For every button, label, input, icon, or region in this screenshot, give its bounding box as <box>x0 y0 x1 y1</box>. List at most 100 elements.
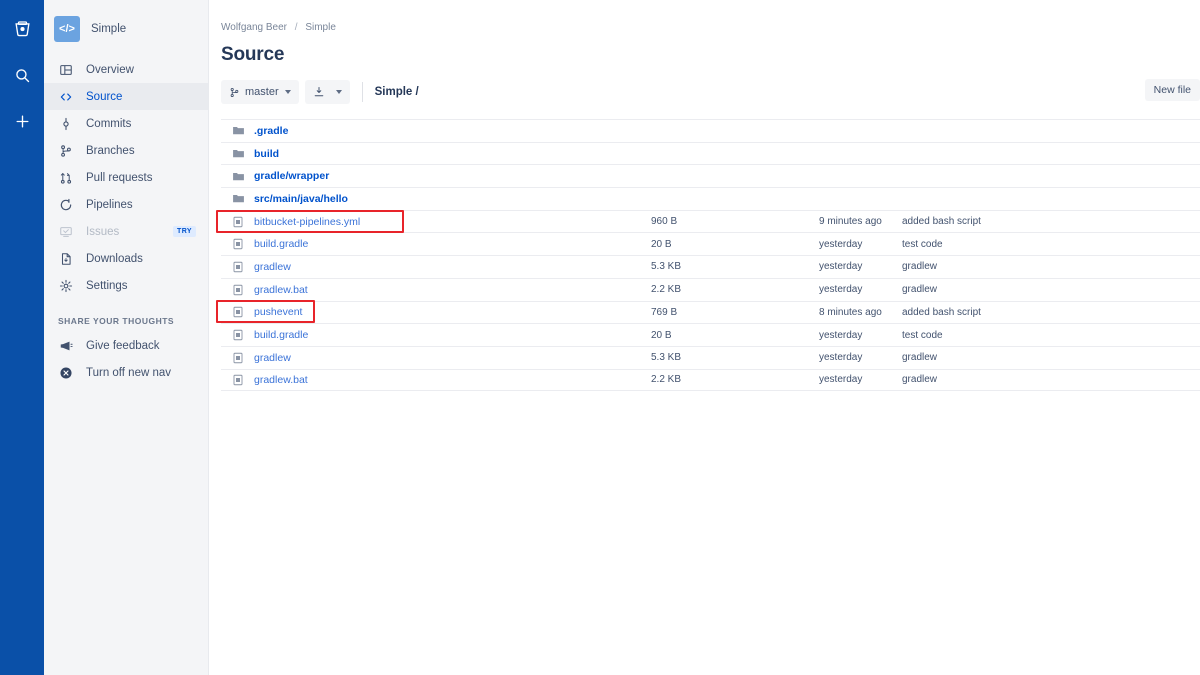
new-file-button[interactable]: New file <box>1144 79 1200 101</box>
file-size: 20 B <box>651 329 672 341</box>
sidebar-item-label: Overview <box>86 63 134 76</box>
branch-icon <box>229 87 240 98</box>
download-button[interactable] <box>304 80 350 104</box>
sidebar-item-overview[interactable]: Overview <box>44 56 208 83</box>
create-icon[interactable] <box>7 106 37 136</box>
file-name: pushevent <box>254 306 303 319</box>
file-date: yesterday <box>819 284 863 296</box>
pull-request-icon <box>58 170 74 186</box>
repository-avatar-glyph: </> <box>59 23 75 35</box>
folder-icon <box>231 169 245 183</box>
table-row[interactable]: gradle/wrapper <box>221 164 1200 187</box>
file-date: 9 minutes ago <box>819 216 882 228</box>
file-icon <box>231 351 245 365</box>
file-name-cell[interactable]: gradlew <box>221 260 651 274</box>
file-icon <box>231 260 245 274</box>
table-row[interactable]: gradlew 5.3 KB yesterday gradlew <box>221 255 1200 278</box>
sidebar-item-commits[interactable]: Commits <box>44 110 208 137</box>
chevron-down-icon <box>284 90 291 94</box>
file-name-cell[interactable]: pushevent <box>221 305 651 319</box>
search-icon[interactable] <box>7 60 37 90</box>
file-name-cell[interactable]: build.gradle <box>221 237 651 251</box>
file-name: gradlew.bat <box>254 283 308 296</box>
branch-label: master <box>245 86 279 98</box>
file-icon <box>231 237 245 251</box>
path-breadcrumb[interactable]: Simple / <box>375 86 419 98</box>
breadcrumb-separator: / <box>294 22 298 33</box>
file-name-cell[interactable]: gradlew <box>221 351 651 365</box>
file-name-cell[interactable]: gradlew.bat <box>221 283 651 297</box>
sidebar-item-issues[interactable]: Issues TRY <box>44 218 208 245</box>
file-size: 769 B <box>651 306 678 318</box>
file-size: 5.3 KB <box>651 261 682 273</box>
table-row[interactable]: .gradle <box>221 119 1200 142</box>
branches-icon <box>58 143 74 159</box>
file-commit-message: gradlew <box>902 261 938 273</box>
source-toolbar: master Simple / <box>221 79 1200 105</box>
sidebar-item-turn-off-new-nav[interactable]: Turn off new nav <box>44 359 208 386</box>
commits-icon <box>58 116 74 132</box>
file-size: 20 B <box>651 238 672 250</box>
issues-try-badge[interactable]: TRY <box>173 226 196 237</box>
table-row[interactable]: pushevent 769 B 8 minutes ago added bash… <box>221 300 1200 324</box>
table-row[interactable]: build <box>221 141 1200 165</box>
repository-header[interactable]: </> Simple <box>44 13 208 45</box>
table-row[interactable]: gradlew.bat 2.2 KB yesterday gradlew <box>221 277 1200 301</box>
file-name: src/main/java/hello <box>254 192 348 205</box>
sidebar-item-label: Settings <box>86 279 128 292</box>
sidebar-item-label: Commits <box>86 117 132 130</box>
folder-icon <box>231 192 245 206</box>
repository-sidebar: </> Simple Overview Source Commits Branc… <box>44 0 209 675</box>
file-name-cell[interactable]: .gradle <box>221 124 651 138</box>
breadcrumb: Wolfgang Beer / Simple <box>221 22 1200 33</box>
file-date: yesterday <box>819 329 863 341</box>
table-row[interactable]: src/main/java/hello <box>221 187 1200 210</box>
table-row[interactable]: gradlew 5.3 KB yesterday gradlew <box>221 345 1200 369</box>
table-row[interactable]: gradlew.bat 2.2 KB yesterday gradlew <box>221 368 1200 392</box>
sidebar-item-label: Turn off new nav <box>86 366 172 379</box>
sidebar-item-label: Pull requests <box>86 171 153 184</box>
file-name-cell[interactable]: bitbucket-pipelines.yml <box>221 215 651 229</box>
bitbucket-logo-icon[interactable] <box>7 14 37 44</box>
chevron-down-icon <box>335 90 342 94</box>
sidebar-item-label: Give feedback <box>86 339 160 352</box>
table-row[interactable]: build.gradle 20 B yesterday test code <box>221 232 1200 255</box>
main-content: Wolfgang Beer / Simple Source master Sim… <box>209 0 1200 675</box>
sidebar-item-branches[interactable]: Branches <box>44 137 208 164</box>
table-row[interactable]: bitbucket-pipelines.yml 960 B 9 minutes … <box>221 209 1200 233</box>
file-name-cell[interactable]: build <box>221 147 651 161</box>
issues-icon <box>58 224 74 240</box>
file-icon <box>231 305 245 319</box>
file-name: bitbucket-pipelines.yml <box>254 215 361 228</box>
file-name-cell[interactable]: build.gradle <box>221 328 651 342</box>
sidebar-item-source[interactable]: Source <box>44 83 208 110</box>
table-row[interactable]: build.gradle 20 B yesterday test code <box>221 323 1200 346</box>
file-commit-message: added bash script <box>902 216 981 228</box>
file-name-cell[interactable]: gradlew.bat <box>221 373 651 387</box>
sidebar-item-label: Branches <box>86 144 135 157</box>
file-name-cell[interactable]: gradle/wrapper <box>221 169 651 183</box>
file-icon <box>231 215 245 229</box>
sidebar-item-label: Issues <box>86 225 120 238</box>
file-name: .gradle <box>254 124 289 137</box>
file-name: gradle/wrapper <box>254 170 330 183</box>
breadcrumb-owner[interactable]: Wolfgang Beer <box>221 22 287 33</box>
sidebar-item-downloads[interactable]: Downloads <box>44 245 208 272</box>
file-date: yesterday <box>819 374 863 386</box>
sidebar-item-settings[interactable]: Settings <box>44 272 208 299</box>
settings-gear-icon <box>58 278 74 294</box>
close-circle-icon <box>58 365 74 381</box>
branch-selector-button[interactable]: master <box>221 80 299 104</box>
breadcrumb-repo[interactable]: Simple <box>305 22 336 33</box>
file-size: 2.2 KB <box>651 284 682 296</box>
sidebar-item-pipelines[interactable]: Pipelines <box>44 191 208 218</box>
file-name: build.gradle <box>254 329 309 342</box>
sidebar-item-give-feedback[interactable]: Give feedback <box>44 332 208 359</box>
file-name-cell[interactable]: src/main/java/hello <box>221 192 651 206</box>
repository-name: Simple <box>91 23 127 35</box>
download-icon <box>313 86 325 98</box>
downloads-icon <box>58 251 74 267</box>
file-icon <box>231 328 245 342</box>
file-commit-message: test code <box>902 329 943 341</box>
sidebar-item-pull-requests[interactable]: Pull requests <box>44 164 208 191</box>
